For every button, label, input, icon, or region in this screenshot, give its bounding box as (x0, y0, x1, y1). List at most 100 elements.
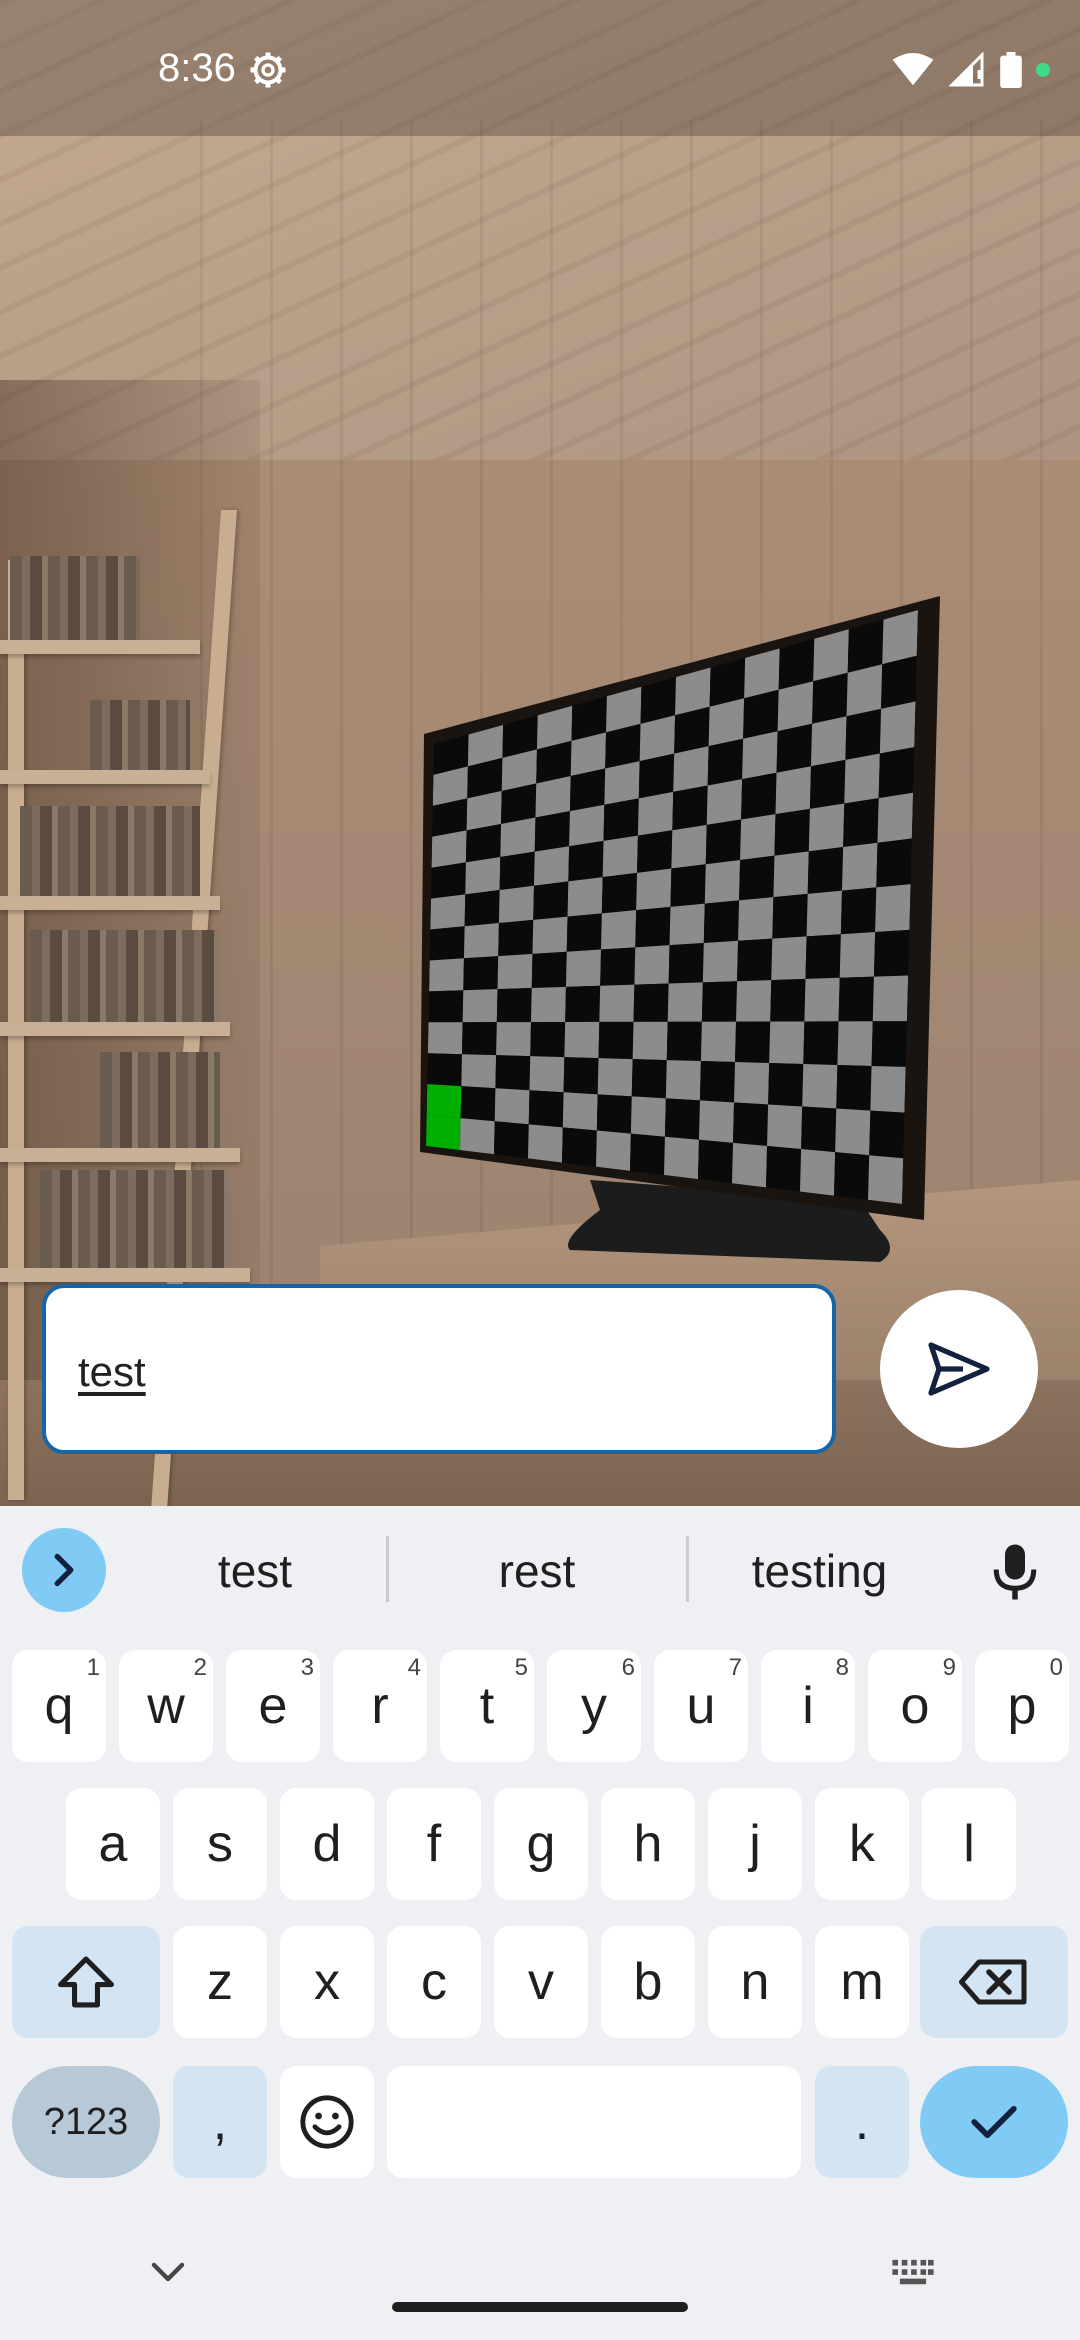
chessboard-square (741, 772, 777, 820)
backspace-icon (959, 1959, 1027, 2005)
chessboard-square (869, 1110, 905, 1159)
suggestion-divider (686, 1536, 689, 1602)
status-time: 8:36 (158, 46, 236, 90)
key-u[interactable]: u7 (654, 1650, 748, 1762)
chessboard-square (533, 881, 569, 920)
chessboard-square (881, 655, 917, 709)
chessboard-square (428, 990, 464, 1023)
signal-icon (948, 52, 984, 87)
symbols-key[interactable]: ?123 (12, 2066, 160, 2178)
chessboard-square (802, 1063, 838, 1109)
key-j[interactable]: j (708, 1788, 802, 1900)
backspace-key[interactable] (920, 1926, 1068, 2038)
key-n[interactable]: n (708, 1926, 802, 2038)
chessboard-square (564, 1021, 600, 1059)
key-o[interactable]: o9 (868, 1650, 962, 1762)
key-i[interactable]: i8 (761, 1650, 855, 1762)
chessboard-square (528, 1090, 564, 1128)
chessboard-square (809, 759, 846, 809)
key-b[interactable]: b (601, 1926, 695, 2038)
chessboard-square (636, 868, 672, 911)
chessboard-square (562, 1127, 597, 1167)
key-y[interactable]: y6 (547, 1650, 641, 1762)
key-p[interactable]: p0 (975, 1650, 1069, 1762)
message-input[interactable]: test (42, 1284, 836, 1454)
chessboard-square (495, 1055, 531, 1091)
key-t[interactable]: t5 (440, 1650, 534, 1762)
chessboard-square (702, 940, 739, 983)
chessboard-square (426, 1084, 462, 1119)
space-key[interactable] (387, 2066, 801, 2178)
chessboard-square (768, 1063, 804, 1107)
chessboard-square (803, 1021, 839, 1065)
send-button[interactable] (880, 1290, 1038, 1448)
period-key[interactable]: . (815, 2066, 909, 2178)
chessboard-square (431, 830, 467, 868)
chessboard-square (635, 906, 671, 948)
chessboard-square (427, 1022, 463, 1055)
chessboard-square (873, 929, 910, 977)
chessboard-square (563, 1057, 599, 1095)
key-c[interactable]: c (387, 1926, 481, 2038)
chessboard-square (429, 958, 464, 992)
key-x[interactable]: x (280, 1926, 374, 2038)
chessboard-square (460, 1086, 496, 1122)
chessboard-square (565, 985, 601, 1022)
key-a[interactable]: a (66, 1788, 160, 1900)
chessboard-square (808, 803, 845, 852)
key-l[interactable]: l (922, 1788, 1016, 1900)
chessboard-square (464, 890, 500, 927)
chessboard-square (737, 938, 773, 982)
chessboard-square (597, 1058, 633, 1097)
chessboard-square (530, 1022, 566, 1058)
privacy-dot (1036, 63, 1050, 77)
key-f[interactable]: f (387, 1788, 481, 1900)
key-h[interactable]: h (601, 1788, 695, 1900)
chessboard-square (530, 986, 566, 1023)
home-indicator[interactable] (392, 2302, 688, 2312)
key-z[interactable]: z (173, 1926, 267, 2038)
key-d[interactable]: d (280, 1788, 374, 1900)
key-q[interactable]: q1 (12, 1650, 106, 1762)
chessboard-square (465, 856, 501, 895)
chessboard-square (770, 978, 806, 1022)
key-m[interactable]: m (815, 1926, 909, 2038)
key-s[interactable]: s (173, 1788, 267, 1900)
chessboard-square (460, 1118, 495, 1155)
chessboard-square (805, 934, 841, 979)
chessboard-square (835, 1108, 871, 1156)
chessboard-square (631, 1059, 667, 1099)
hide-keyboard-chevron-icon[interactable] (148, 2258, 188, 2288)
chessboard-square (461, 1054, 497, 1089)
chessboard-square (632, 1021, 668, 1061)
microphone-icon[interactable] (990, 1542, 1040, 1602)
shift-key[interactable] (12, 1926, 160, 2038)
key-k[interactable]: k (815, 1788, 909, 1900)
chessboard (426, 610, 918, 1204)
key-w[interactable]: w2 (119, 1650, 213, 1762)
key-g[interactable]: g (494, 1788, 588, 1900)
chessboard-square (839, 932, 876, 978)
suggestion-2[interactable]: rest (392, 1536, 682, 1606)
key-r[interactable]: r4 (333, 1650, 427, 1762)
chessboard-square (671, 824, 707, 869)
suggestion-3[interactable]: testing (692, 1536, 947, 1606)
status-bar: 8:36 (0, 0, 1080, 136)
chessboard-square (496, 1022, 531, 1057)
key-v[interactable]: v (494, 1926, 588, 2038)
enter-key[interactable] (920, 2066, 1068, 2178)
chessboard-square (732, 1142, 768, 1188)
chessboard-square (596, 1130, 631, 1171)
keyboard-switcher-icon[interactable] (890, 2258, 936, 2288)
suggestion-1[interactable]: test (130, 1536, 380, 1606)
toolbar-toggle-button[interactable] (22, 1528, 106, 1612)
comma-key[interactable]: , (173, 2066, 267, 2178)
emoji-key[interactable] (280, 2066, 374, 2178)
chessboard-square (767, 1104, 803, 1150)
chessboard-square (879, 701, 916, 754)
chessboard-square (562, 1092, 598, 1131)
chessboard-square (602, 835, 638, 878)
chessboard-square (773, 851, 809, 898)
chessboard-square (427, 1053, 462, 1087)
key-e[interactable]: e3 (226, 1650, 320, 1762)
